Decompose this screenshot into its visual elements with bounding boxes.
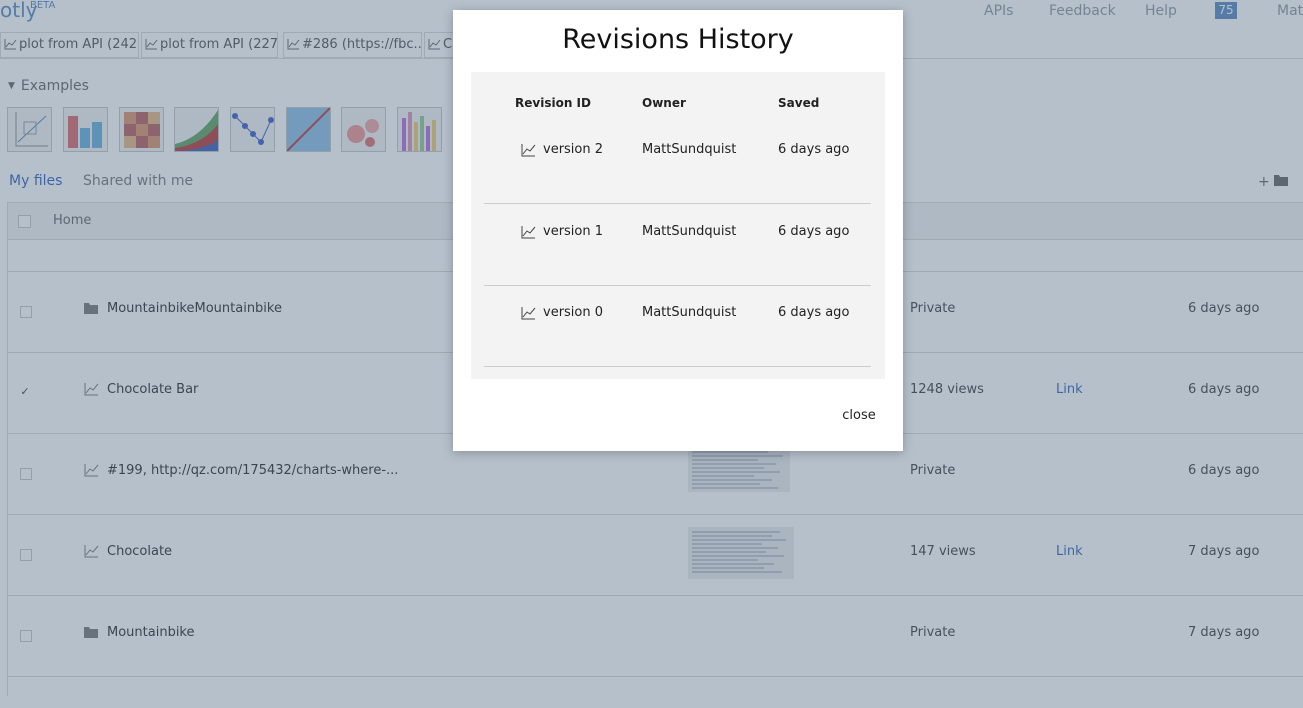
revision-row[interactable]: version 1 MattSundquist 6 days ago <box>484 204 871 286</box>
revision-saved: 6 days ago <box>778 305 850 320</box>
chart-icon <box>521 307 536 320</box>
revision-saved: 6 days ago <box>778 224 850 239</box>
close-button[interactable]: close <box>834 400 884 430</box>
revisions-modal: Revisions History Revision ID Owner Save… <box>453 10 903 451</box>
revision-owner: MattSundquist <box>642 142 737 157</box>
revision-id[interactable]: version 1 <box>543 224 603 239</box>
revision-saved: 6 days ago <box>778 142 850 157</box>
revision-id[interactable]: version 2 <box>543 142 603 157</box>
chart-icon <box>521 226 536 239</box>
revision-owner: MattSundquist <box>642 305 737 320</box>
revision-row[interactable]: version 0 MattSundquist 6 days ago <box>484 285 871 367</box>
column-header-saved: Saved <box>778 96 820 110</box>
revision-owner: MattSundquist <box>642 224 737 239</box>
modal-title: Revisions History <box>562 24 794 55</box>
revision-id[interactable]: version 0 <box>543 305 603 320</box>
revisions-table: Revision ID Owner Saved version 2 MattSu… <box>471 72 885 379</box>
revision-row[interactable]: version 2 MattSundquist 6 days ago <box>484 122 871 204</box>
column-header-owner: Owner <box>642 96 686 110</box>
column-header-revision-id: Revision ID <box>515 96 591 110</box>
chart-icon <box>521 144 536 157</box>
